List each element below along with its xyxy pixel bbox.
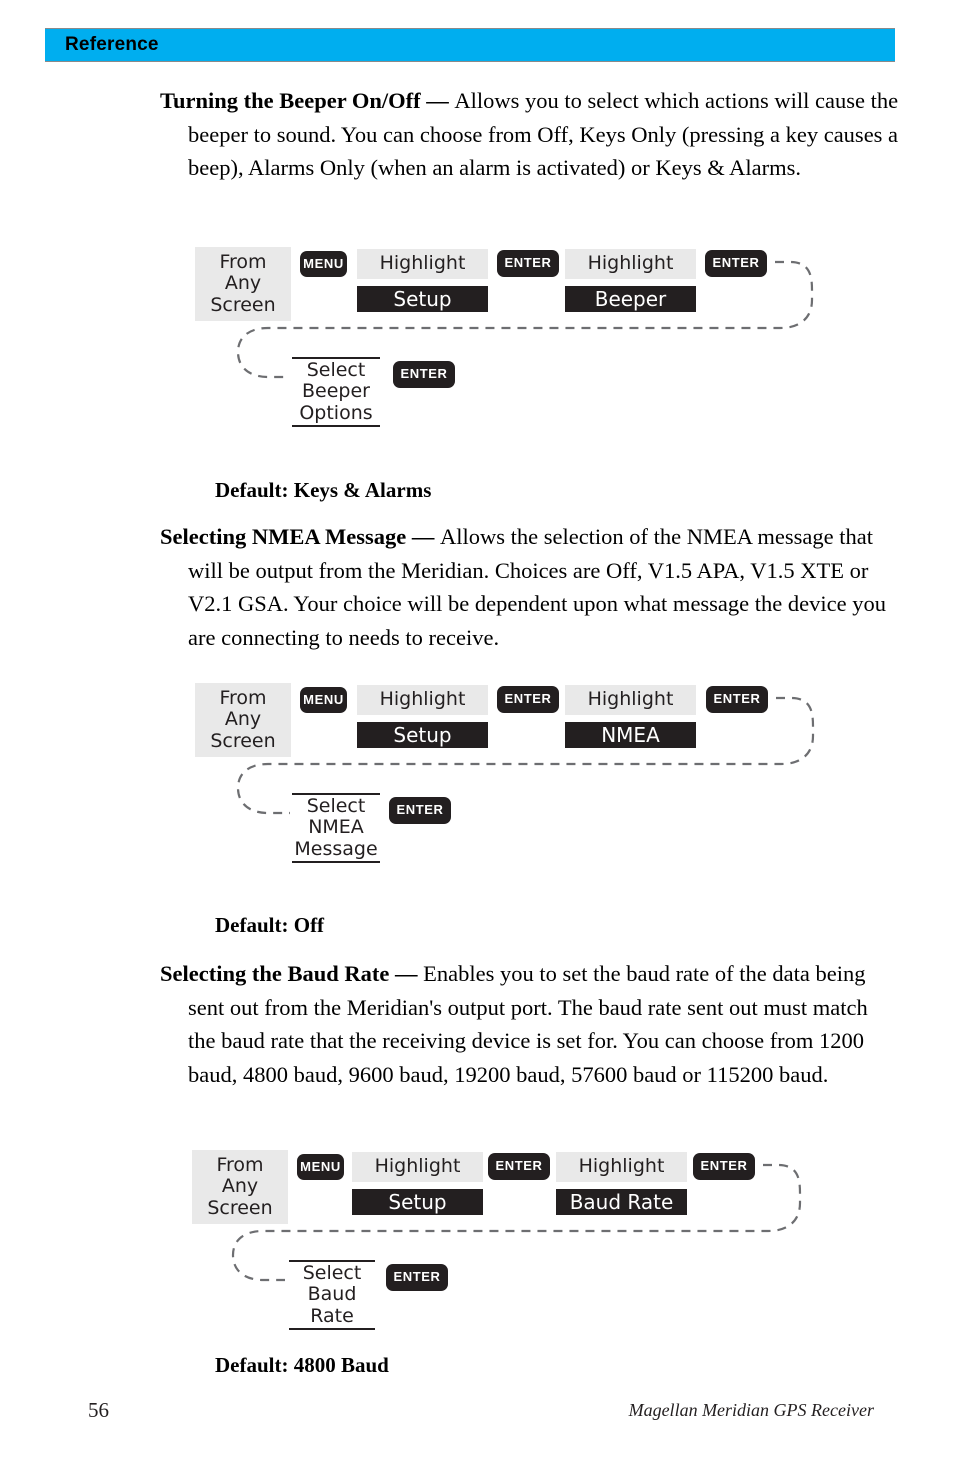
enter-key-button-2-baud[interactable]: ENTER — [693, 1153, 755, 1180]
reference-header-bar: Reference — [45, 28, 895, 62]
menu-key-button-beeper[interactable]: MENU — [300, 251, 347, 277]
enter-key-button-1-baud[interactable]: ENTER — [488, 1153, 550, 1180]
target-box-setup-beeper: Setup — [357, 286, 488, 312]
footer-page-number: 56 — [88, 1398, 109, 1422]
flow-diagram-nmea: From Any Screen MENU Highlight Setup ENT… — [0, 676, 954, 876]
section-paragraph-nmea: Selecting NMEA Message — Allows the sele… — [160, 520, 893, 654]
section-paragraph-beeper: Turning the Beeper On/Off — Allows you t… — [160, 84, 903, 185]
page-title: Reference — [65, 34, 159, 55]
select-box-baud: Select Baud Rate — [289, 1260, 375, 1330]
default-value-baud: Default: 4800 Baud — [215, 1353, 389, 1377]
select-line-3: Message — [294, 837, 378, 860]
select-line-2: Baud — [307, 1283, 357, 1306]
section-paragraph-baud: Selecting the Baud Rate — Enables you to… — [160, 957, 898, 1091]
flow-diagram-beeper: From Any Screen MENU Highlight Setup ENT… — [0, 240, 954, 440]
target-box-nmea: NMEA — [565, 722, 696, 748]
target-box-beeper: Beeper — [565, 286, 696, 312]
target-box-setup-nmea: Setup — [357, 722, 488, 748]
section-lead-nmea: Selecting NMEA Message — — [160, 524, 440, 549]
select-box-beeper: Select Beeper Options — [292, 357, 380, 427]
start-line-3: Screen — [207, 1196, 273, 1219]
enter-key-button-3-baud[interactable]: ENTER — [386, 1264, 448, 1291]
default-value-nmea: Default: Off — [215, 913, 325, 937]
highlight-box-1-nmea: Highlight — [357, 685, 488, 715]
highlight-box-2-baud: Highlight — [556, 1152, 687, 1182]
target-box-baud-rate: Baud Rate — [556, 1189, 687, 1215]
select-line-2: Beeper — [302, 380, 370, 403]
menu-key-button-baud[interactable]: MENU — [297, 1154, 344, 1180]
select-line-3: Rate — [310, 1304, 354, 1327]
default-value-beeper: Default: Keys & Alarms — [215, 478, 432, 502]
menu-key-button-nmea[interactable]: MENU — [300, 687, 347, 713]
highlight-box-1-beeper: Highlight — [357, 249, 488, 279]
select-line-3: Options — [299, 401, 373, 424]
select-box-nmea: Select NMEA Message — [292, 793, 380, 863]
start-line-1: From — [219, 687, 267, 710]
enter-key-button-2-beeper[interactable]: ENTER — [705, 250, 767, 277]
enter-key-button-3-beeper[interactable]: ENTER — [393, 361, 455, 388]
enter-key-button-1-beeper[interactable]: ENTER — [497, 250, 559, 277]
select-line-1: Select — [306, 359, 366, 382]
start-line-2: Any — [224, 708, 262, 731]
select-line-1: Select — [302, 1262, 362, 1285]
start-line-1: From — [216, 1154, 264, 1177]
start-box-beeper: From Any Screen — [195, 247, 291, 321]
flow-diagram-baud: From Any Screen MENU Highlight Setup ENT… — [0, 1143, 954, 1343]
enter-key-button-2-nmea[interactable]: ENTER — [706, 686, 768, 713]
select-line-2: NMEA — [308, 816, 364, 839]
enter-key-button-1-nmea[interactable]: ENTER — [497, 686, 559, 713]
start-box-nmea: From Any Screen — [195, 683, 291, 757]
highlight-box-2-nmea: Highlight — [565, 685, 696, 715]
start-line-2: Any — [224, 272, 262, 295]
highlight-box-1-baud: Highlight — [352, 1152, 483, 1182]
target-box-setup-baud: Setup — [352, 1189, 483, 1215]
start-line-3: Screen — [210, 293, 276, 316]
start-box-baud: From Any Screen — [192, 1150, 288, 1224]
highlight-box-2-beeper: Highlight — [565, 249, 696, 279]
section-lead-beeper: Turning the Beeper On/Off — — [160, 88, 455, 113]
start-line-3: Screen — [210, 729, 276, 752]
start-line-1: From — [219, 251, 267, 274]
start-line-2: Any — [221, 1175, 259, 1198]
select-line-1: Select — [306, 795, 366, 818]
enter-key-button-3-nmea[interactable]: ENTER — [389, 797, 451, 824]
section-lead-baud: Selecting the Baud Rate — — [160, 961, 424, 986]
footer-book-title: Magellan Meridian GPS Receiver — [628, 1400, 874, 1420]
